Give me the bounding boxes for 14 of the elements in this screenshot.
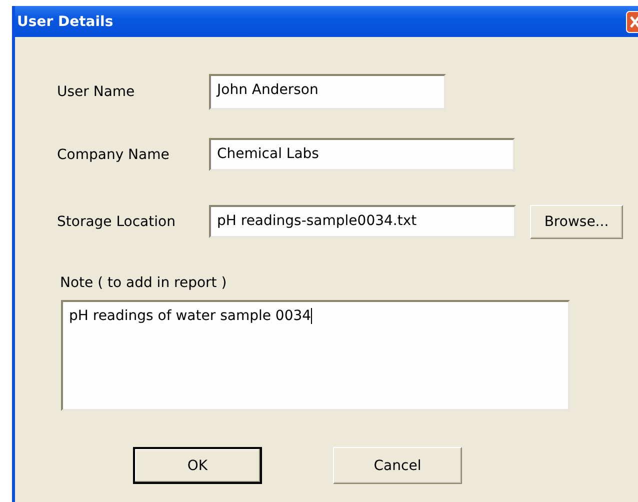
text-field[interactable]: pH readings-sample0034.txt — [209, 205, 516, 238]
cancel-button[interactable]: Cancel — [333, 447, 462, 484]
text-field[interactable]: Chemical Labs — [209, 138, 515, 171]
window-title: User Details — [16, 14, 114, 30]
note-field[interactable]: pH readings of water sample 0034 — [61, 300, 570, 411]
field-label: Company Name — [57, 146, 170, 162]
text-field[interactable]: John Anderson — [209, 74, 446, 110]
browse-button[interactable]: Browse... — [530, 204, 623, 238]
close-icon[interactable] — [626, 10, 638, 32]
ok-button[interactable]: OK — [133, 447, 262, 484]
note-label: Note ( to add in report ) — [60, 275, 228, 291]
field-label: Storage Location — [57, 214, 176, 230]
field-label: User Name — [57, 84, 136, 100]
note-text: pH readings of water sample 0034 — [69, 308, 312, 324]
